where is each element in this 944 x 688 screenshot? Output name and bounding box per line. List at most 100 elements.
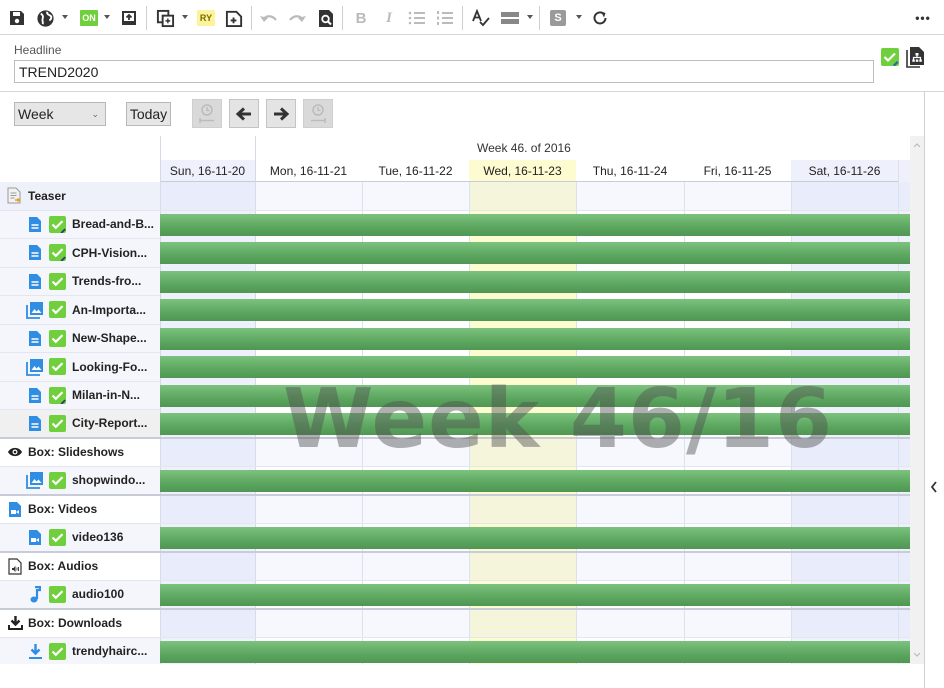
item-row[interactable]: City-Report... bbox=[0, 410, 160, 439]
approved-edited-icon[interactable] bbox=[49, 386, 66, 404]
copy-button[interactable] bbox=[154, 7, 176, 29]
schedule-bar[interactable] bbox=[160, 584, 910, 606]
day-header[interactable]: Mon, 16-11-21 bbox=[255, 160, 362, 182]
spellcheck-button[interactable] bbox=[470, 7, 492, 29]
approved-icon[interactable] bbox=[49, 528, 66, 546]
bullet-list-button[interactable] bbox=[406, 7, 428, 29]
preview-button[interactable] bbox=[315, 7, 337, 29]
layout-button[interactable] bbox=[499, 7, 521, 29]
day-header[interactable]: Thu, 16-11-24 bbox=[576, 160, 684, 182]
schedule-bar[interactable] bbox=[160, 356, 910, 378]
item-label: Trends-fro... bbox=[72, 274, 142, 289]
group-row[interactable]: Box: Slideshows bbox=[0, 438, 160, 467]
undo-button[interactable] bbox=[258, 7, 280, 29]
item-row[interactable]: CPH-Vision... bbox=[0, 239, 160, 268]
approved-icon[interactable] bbox=[49, 414, 66, 432]
import-button[interactable] bbox=[118, 7, 140, 29]
numbered-list-button[interactable] bbox=[434, 7, 456, 29]
sitemap-document-button[interactable] bbox=[906, 46, 926, 73]
schedule-bar[interactable] bbox=[160, 242, 910, 264]
next-week-button[interactable] bbox=[266, 99, 296, 128]
approved-icon[interactable] bbox=[49, 358, 66, 376]
schedule-bar[interactable] bbox=[160, 213, 910, 236]
approved-icon[interactable] bbox=[49, 585, 66, 603]
vertical-scrollbar[interactable] bbox=[910, 136, 924, 664]
item-row[interactable]: New-Shape... bbox=[0, 324, 160, 353]
day-header[interactable]: Fri, 16-11-25 bbox=[684, 160, 791, 182]
approved-edited-icon[interactable] bbox=[49, 215, 66, 233]
status-on-button[interactable]: ON bbox=[78, 7, 100, 29]
go-to-end-button[interactable] bbox=[303, 99, 333, 128]
approved-edited-icon[interactable] bbox=[49, 244, 66, 262]
today-button[interactable]: Today bbox=[126, 102, 171, 126]
save-button[interactable] bbox=[6, 7, 28, 29]
copy-icon bbox=[156, 9, 174, 27]
item-row[interactable]: Bread-and-B... bbox=[0, 210, 160, 239]
italic-button[interactable]: I bbox=[378, 7, 400, 29]
schedule-bar[interactable] bbox=[160, 299, 910, 321]
new-document-button[interactable] bbox=[223, 7, 245, 29]
save-icon bbox=[10, 11, 24, 25]
approved-icon[interactable] bbox=[49, 301, 66, 319]
document-icon bbox=[25, 387, 45, 404]
day-header[interactable]: Sat, 16-11-26 bbox=[791, 160, 898, 182]
day-header[interactable]: Wed, 16-11-23 bbox=[469, 160, 576, 182]
group-label: Box: Audios bbox=[28, 559, 99, 574]
ry-badge-icon: RY bbox=[197, 10, 215, 26]
layout-icon bbox=[501, 12, 519, 24]
more-button[interactable]: ••• bbox=[912, 7, 934, 29]
globe-dropdown-caret[interactable] bbox=[62, 15, 68, 19]
item-row[interactable]: Milan-in-N... bbox=[0, 381, 160, 410]
day-header[interactable]: Sun, 16-11-20 bbox=[160, 160, 255, 182]
schedule-bar[interactable] bbox=[160, 413, 910, 435]
go-to-start-button[interactable] bbox=[192, 99, 222, 128]
music-note-icon bbox=[25, 585, 45, 603]
day-header[interactable]: Tue, 16-11-22 bbox=[362, 160, 469, 182]
approved-icon[interactable] bbox=[49, 329, 66, 347]
copy-dropdown-caret[interactable] bbox=[182, 15, 188, 19]
item-row[interactable]: An-Importa... bbox=[0, 296, 160, 325]
schedule-bar[interactable] bbox=[160, 470, 910, 492]
style-button[interactable]: S bbox=[547, 7, 569, 29]
approved-icon[interactable] bbox=[49, 272, 66, 290]
globe-icon bbox=[36, 9, 54, 27]
approved-icon[interactable] bbox=[49, 471, 66, 489]
group-row[interactable]: Box: Downloads bbox=[0, 609, 160, 638]
schedule-bar[interactable] bbox=[160, 527, 910, 549]
side-panel-toggle[interactable] bbox=[924, 92, 944, 688]
group-row[interactable]: Box: Videos bbox=[0, 495, 160, 524]
refresh-button[interactable] bbox=[589, 7, 611, 29]
item-row[interactable]: Trends-fro... bbox=[0, 267, 160, 296]
item-row[interactable]: shopwindo... bbox=[0, 467, 160, 496]
layout-dropdown-caret[interactable] bbox=[527, 15, 533, 19]
schedule-bar[interactable] bbox=[160, 641, 910, 663]
schedule-bar[interactable] bbox=[160, 384, 910, 407]
previous-week-button[interactable] bbox=[229, 99, 259, 128]
schedule-bar[interactable] bbox=[160, 327, 910, 350]
bold-button[interactable]: B bbox=[350, 7, 372, 29]
group-label: Box: Slideshows bbox=[28, 445, 125, 460]
undo-icon bbox=[260, 15, 277, 22]
group-row[interactable]: Box: Audios bbox=[0, 552, 160, 581]
check-edit-icon bbox=[883, 52, 899, 67]
approved-edit-button[interactable] bbox=[881, 48, 899, 67]
style-dropdown-caret[interactable] bbox=[576, 15, 582, 19]
redo-button[interactable] bbox=[286, 7, 308, 29]
schedule-bar[interactable] bbox=[160, 270, 910, 293]
status-dropdown-caret[interactable] bbox=[104, 15, 110, 19]
item-label: video136 bbox=[72, 530, 124, 545]
item-row[interactable]: audio100 bbox=[0, 581, 160, 610]
group-row[interactable]: Teaser bbox=[0, 182, 160, 211]
view-select[interactable]: Week ⌄ bbox=[14, 102, 106, 126]
globe-button[interactable] bbox=[34, 7, 56, 29]
more-icon: ••• bbox=[915, 11, 931, 25]
new-doc-icon bbox=[225, 10, 242, 27]
item-row[interactable]: Looking-Fo... bbox=[0, 353, 160, 382]
headline-input[interactable] bbox=[14, 60, 874, 83]
approved-icon[interactable] bbox=[49, 642, 66, 660]
scroll-down-icon bbox=[913, 652, 921, 657]
item-row[interactable]: trendyhairc... bbox=[0, 638, 160, 664]
item-row[interactable]: video136 bbox=[0, 524, 160, 553]
on-badge-icon: ON bbox=[80, 10, 98, 26]
ready-button[interactable]: RY bbox=[195, 7, 217, 29]
